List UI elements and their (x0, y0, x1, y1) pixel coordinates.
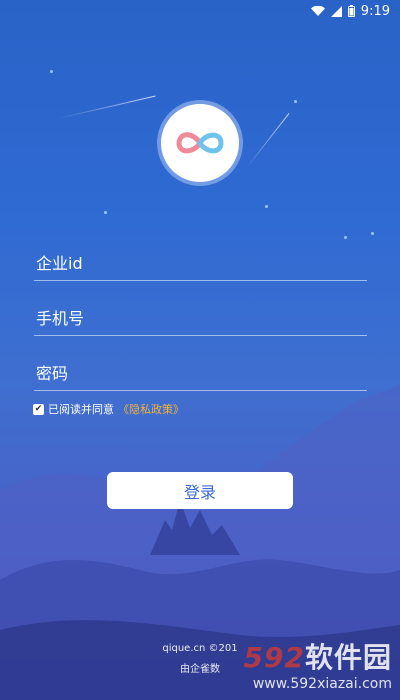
watermark-logo: 592软件园 (244, 636, 392, 676)
status-time: 9:19 (360, 3, 390, 19)
star (371, 232, 374, 235)
watermark-url: www.592xiazai.com (252, 676, 392, 692)
star (50, 70, 53, 73)
shooting-star (57, 95, 156, 119)
company-id-input[interactable] (34, 247, 367, 280)
password-input[interactable] (34, 357, 367, 390)
signal-icon (330, 5, 342, 17)
wifi-icon (310, 5, 325, 16)
watermark: 592软件园 www.592xiazai.com (244, 636, 392, 692)
footer-line1: qique.cn ©201 (162, 643, 238, 654)
agreement-checkbox[interactable]: ✔ (33, 403, 44, 415)
infinity-logo-icon (176, 132, 224, 154)
phone-input[interactable] (34, 302, 367, 335)
star (344, 236, 347, 239)
footer-line2: 由企雀数 (180, 664, 220, 675)
watermark-brand: 软件园 (304, 641, 392, 674)
password-field[interactable] (34, 357, 367, 391)
agreement-row: ✔ 已阅读并同意 《隐私政策》 (33, 401, 184, 417)
login-button[interactable]: 登录 (107, 472, 293, 509)
privacy-policy-link[interactable]: 《隐私政策》 (118, 401, 184, 417)
app-logo (161, 104, 239, 182)
star (265, 205, 268, 208)
agreement-text: 已阅读并同意 (48, 403, 114, 416)
status-bar: 9:19 (0, 0, 400, 22)
star (104, 211, 107, 214)
battery-icon (347, 5, 355, 17)
shooting-star (245, 113, 290, 169)
star (294, 100, 297, 103)
company-id-field[interactable] (34, 247, 367, 281)
watermark-number: 592 (243, 641, 305, 674)
phone-field[interactable] (34, 302, 367, 336)
